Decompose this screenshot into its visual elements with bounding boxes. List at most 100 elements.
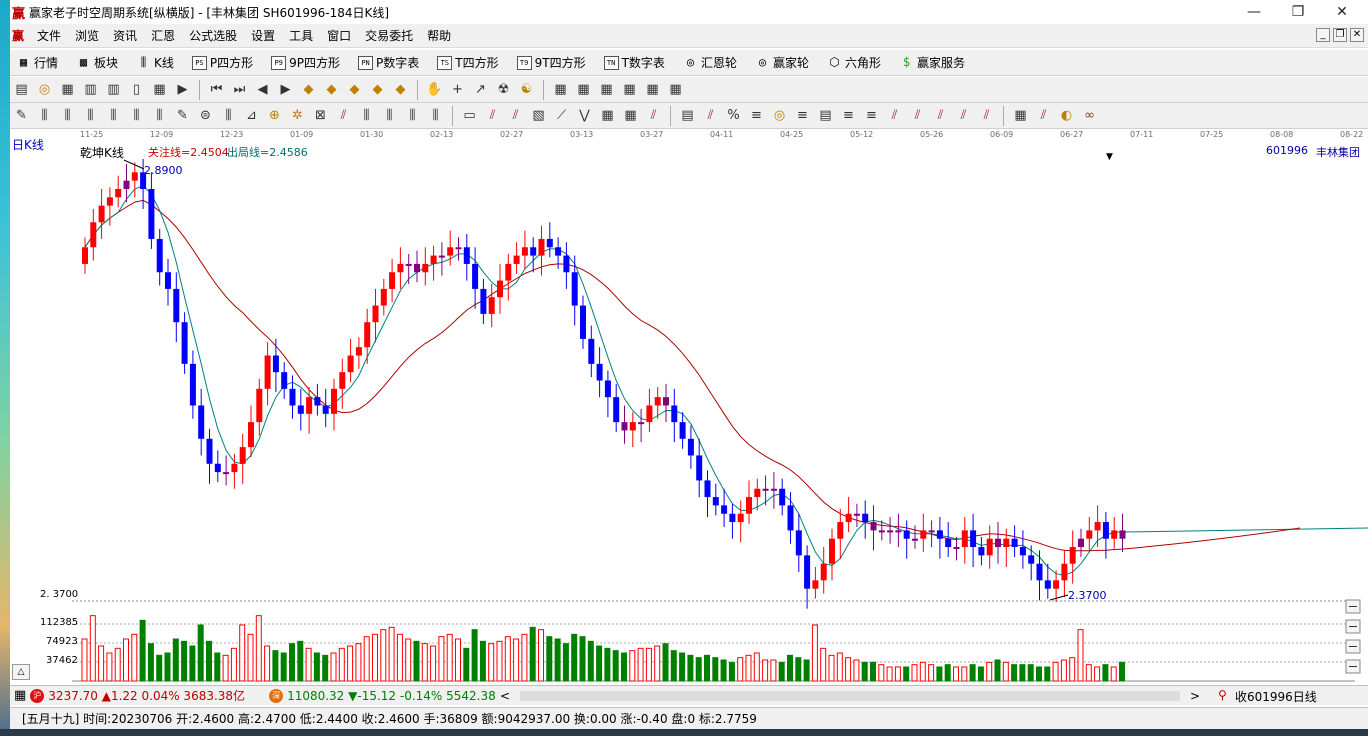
collapse-volume-button[interactable]: △ xyxy=(12,664,30,680)
toolbar3-tool-3-0-icon[interactable]: ▦ xyxy=(1012,107,1030,125)
toolbar2-tool-0-2-icon[interactable]: ▦ xyxy=(59,81,77,99)
toolbar-button-10[interactable]: ◎ 赢家轮 xyxy=(749,54,809,71)
toolbar3-tool-0-5-icon[interactable]: ⫼ xyxy=(128,107,146,125)
toolbar2-tool-1-1-icon[interactable]: ⏭ xyxy=(231,81,249,99)
menu-item-6[interactable]: 工具 xyxy=(282,27,320,44)
toolbar3-tool-0-17-icon[interactable]: ⫼ xyxy=(404,107,422,125)
scroll-left-button[interactable]: < xyxy=(500,689,510,703)
horizontal-scrollbar[interactable]: < > xyxy=(500,689,1200,703)
toolbar3-tool-0-10-icon[interactable]: ⊿ xyxy=(243,107,261,125)
restore-button[interactable]: ❐ xyxy=(1276,0,1320,24)
toolbar-button-6[interactable]: TS T四方形 xyxy=(431,54,499,71)
toolbar2-tool-3-4-icon[interactable]: ▦ xyxy=(644,81,662,99)
toolbar2-tool-3-0-icon[interactable]: ▦ xyxy=(552,81,570,99)
toolbar3-tool-0-1-icon[interactable]: ⫼ xyxy=(36,107,54,125)
toolbar3-tool-1-2-icon[interactable]: ⫽ xyxy=(507,107,525,125)
toolbar2-tool-3-5-icon[interactable]: ▦ xyxy=(667,81,685,99)
toolbar2-tool-0-0-icon[interactable]: ▤ xyxy=(13,81,31,99)
menu-item-4[interactable]: 公式选股 xyxy=(182,27,244,44)
toolbar3-tool-1-0-icon[interactable]: ▭ xyxy=(461,107,479,125)
mdi-restore-button[interactable]: ❐ xyxy=(1333,28,1347,42)
toolbar2-tool-2-3-icon[interactable]: ☢ xyxy=(495,81,513,99)
toolbar3-tool-2-10-icon[interactable]: ⫽ xyxy=(909,107,927,125)
toolbar-button-3[interactable]: PS P四方形 xyxy=(186,54,253,71)
toolbar3-tool-0-3-icon[interactable]: ⫼ xyxy=(82,107,100,125)
scroll-right-button[interactable]: > xyxy=(1190,689,1200,703)
toolbar2-tool-1-0-icon[interactable]: ⏮ xyxy=(208,81,226,99)
toolbar3-tool-2-9-icon[interactable]: ⫽ xyxy=(886,107,904,125)
scroll-track[interactable] xyxy=(520,691,1180,701)
toolbar3-tool-1-3-icon[interactable]: ▧ xyxy=(530,107,548,125)
toolbar2-tool-2-0-icon[interactable]: ✋ xyxy=(426,81,444,99)
toolbar2-tool-3-2-icon[interactable]: ▦ xyxy=(598,81,616,99)
toolbar2-tool-0-7-icon[interactable]: ▶ xyxy=(174,81,192,99)
menu-item-1[interactable]: 浏览 xyxy=(68,27,106,44)
toolbar2-tool-1-2-icon[interactable]: ◀ xyxy=(254,81,272,99)
toolbar3-tool-1-8-icon[interactable]: ⫽ xyxy=(645,107,663,125)
toolbar2-tool-3-3-icon[interactable]: ▦ xyxy=(621,81,639,99)
toolbar3-tool-0-4-icon[interactable]: ⫼ xyxy=(105,107,123,125)
kline-chart-svg[interactable] xyxy=(10,142,1368,685)
menu-item-0[interactable]: 文件 xyxy=(30,27,68,44)
toolbar2-tool-0-4-icon[interactable]: ▥ xyxy=(105,81,123,99)
menu-item-2[interactable]: 资讯 xyxy=(106,27,144,44)
toolbar2-tool-1-7-icon[interactable]: ◆ xyxy=(369,81,387,99)
toolbar2-tool-3-1-icon[interactable]: ▦ xyxy=(575,81,593,99)
toolbar2-tool-2-4-icon[interactable]: ☯ xyxy=(518,81,536,99)
toolbar3-tool-1-7-icon[interactable]: ▦ xyxy=(622,107,640,125)
toolbar3-tool-2-3-icon[interactable]: ≡ xyxy=(748,107,766,125)
toolbar3-tool-2-0-icon[interactable]: ▤ xyxy=(679,107,697,125)
sh-index[interactable]: 沪 3237.70 ▲1.22 0.04% 3683.38亿 xyxy=(30,687,245,704)
toolbar-button-11[interactable]: ⬡ 六角形 xyxy=(821,54,881,71)
toolbar3-tool-2-11-icon[interactable]: ⫽ xyxy=(932,107,950,125)
toolbar3-tool-0-14-icon[interactable]: ⫽ xyxy=(335,107,353,125)
toolbar-button-4[interactable]: P9 9P四方形 xyxy=(265,54,340,71)
toolbar2-tool-0-3-icon[interactable]: ▥ xyxy=(82,81,100,99)
toolbar3-tool-2-12-icon[interactable]: ⫽ xyxy=(955,107,973,125)
toolbar3-tool-0-6-icon[interactable]: ⫼ xyxy=(151,107,169,125)
grid-icon[interactable]: ▦ xyxy=(14,688,26,703)
menu-item-7[interactable]: 窗口 xyxy=(320,27,358,44)
toolbar-button-2[interactable]: ⫼ K线 xyxy=(130,54,174,71)
toolbar3-tool-0-7-icon[interactable]: ✎ xyxy=(174,107,192,125)
toolbar-button-8[interactable]: TN T数字表 xyxy=(598,54,665,71)
toolbar3-tool-0-0-icon[interactable]: ✎ xyxy=(13,107,31,125)
toolbar3-tool-0-18-icon[interactable]: ⫼ xyxy=(427,107,445,125)
toolbar3-tool-0-12-icon[interactable]: ✲ xyxy=(289,107,307,125)
toolbar3-tool-0-2-icon[interactable]: ⫼ xyxy=(59,107,77,125)
mdi-close-button[interactable]: ✕ xyxy=(1350,28,1364,42)
toolbar2-tool-0-1-icon[interactable]: ◎ xyxy=(36,81,54,99)
toolbar3-tool-2-7-icon[interactable]: ≡ xyxy=(840,107,858,125)
toolbar3-tool-2-6-icon[interactable]: ▤ xyxy=(817,107,835,125)
toolbar3-tool-2-1-icon[interactable]: ⫽ xyxy=(702,107,720,125)
dropdown-arrow-icon[interactable]: ▼ xyxy=(1106,152,1113,162)
toolbar3-tool-3-2-icon[interactable]: ◐ xyxy=(1058,107,1076,125)
toolbar3-tool-1-1-icon[interactable]: ⫽ xyxy=(484,107,502,125)
toolbar3-tool-0-9-icon[interactable]: ⫼ xyxy=(220,107,238,125)
toolbar3-tool-1-5-icon[interactable]: ⋁ xyxy=(576,107,594,125)
toolbar-button-9[interactable]: ◎ 汇恩轮 xyxy=(677,54,737,71)
toolbar2-tool-1-6-icon[interactable]: ◆ xyxy=(346,81,364,99)
toolbar3-tool-3-1-icon[interactable]: ⫽ xyxy=(1035,107,1053,125)
toolbar2-tool-1-8-icon[interactable]: ◆ xyxy=(392,81,410,99)
menu-item-3[interactable]: 汇恩 xyxy=(144,27,182,44)
toolbar-button-1[interactable]: ▩ 板块 xyxy=(70,54,118,71)
minimize-button[interactable]: — xyxy=(1232,0,1276,24)
toolbar2-tool-1-5-icon[interactable]: ◆ xyxy=(323,81,341,99)
toolbar-button-7[interactable]: T9 9T四方形 xyxy=(511,54,586,71)
toolbar3-tool-0-16-icon[interactable]: ⫼ xyxy=(381,107,399,125)
toolbar3-tool-0-11-icon[interactable]: ⊕ xyxy=(266,107,284,125)
toolbar3-tool-1-6-icon[interactable]: ▦ xyxy=(599,107,617,125)
sz-index[interactable]: 深 11080.32 ▼-15.12 -0.14% 5542.38 xyxy=(269,688,496,703)
toolbar2-tool-1-4-icon[interactable]: ◆ xyxy=(300,81,318,99)
toolbar2-tool-2-1-icon[interactable]: + xyxy=(449,81,467,99)
toolbar2-tool-1-3-icon[interactable]: ▶ xyxy=(277,81,295,99)
menu-item-9[interactable]: 帮助 xyxy=(420,27,458,44)
menu-app-icon[interactable]: 赢 xyxy=(12,27,24,44)
toolbar3-tool-2-2-icon[interactable]: % xyxy=(725,107,743,125)
toolbar2-tool-2-2-icon[interactable]: ↗ xyxy=(472,81,490,99)
toolbar-button-5[interactable]: PN P数字表 xyxy=(352,54,419,71)
toolbar3-tool-2-13-icon[interactable]: ⫽ xyxy=(978,107,996,125)
toolbar-button-0[interactable]: ▦ 行情 xyxy=(10,54,58,71)
toolbar3-tool-1-4-icon[interactable]: ⟋ xyxy=(553,107,571,125)
